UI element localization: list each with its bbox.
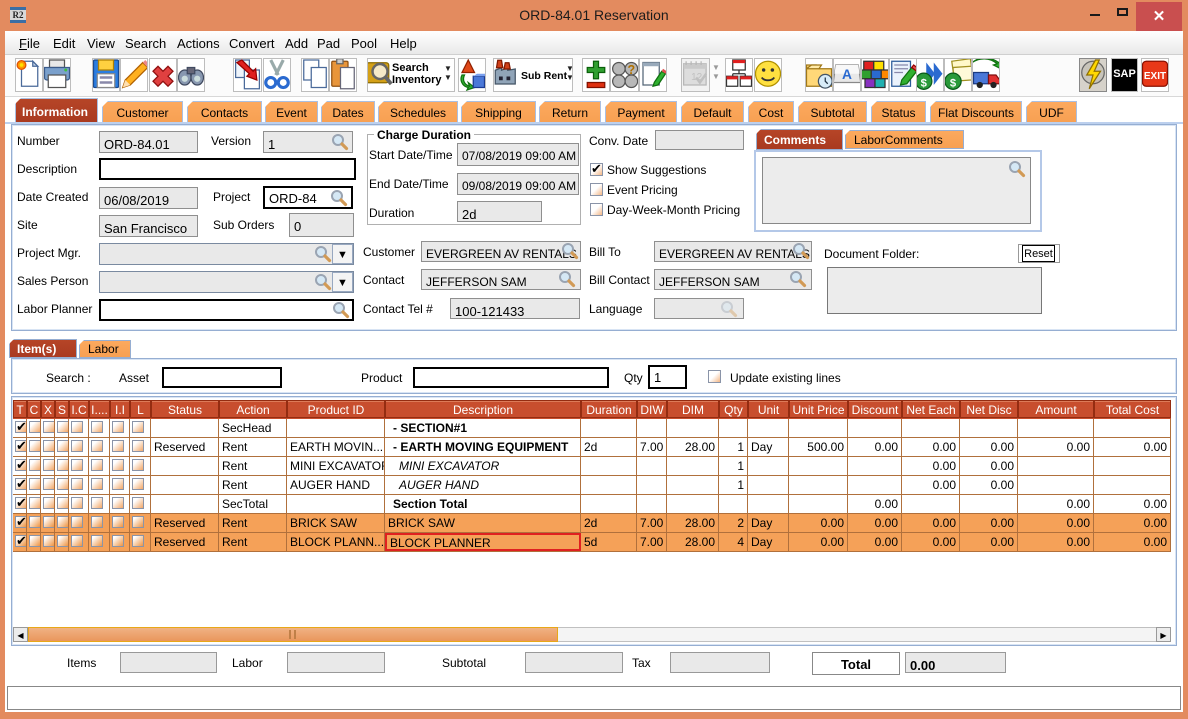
svg-text:$: $	[921, 77, 928, 89]
svg-text:?: ?	[628, 63, 636, 77]
svg-text:$: $	[950, 77, 957, 89]
svg-text:A: A	[842, 67, 852, 82]
svg-text:EXIT: EXIT	[1144, 71, 1166, 82]
